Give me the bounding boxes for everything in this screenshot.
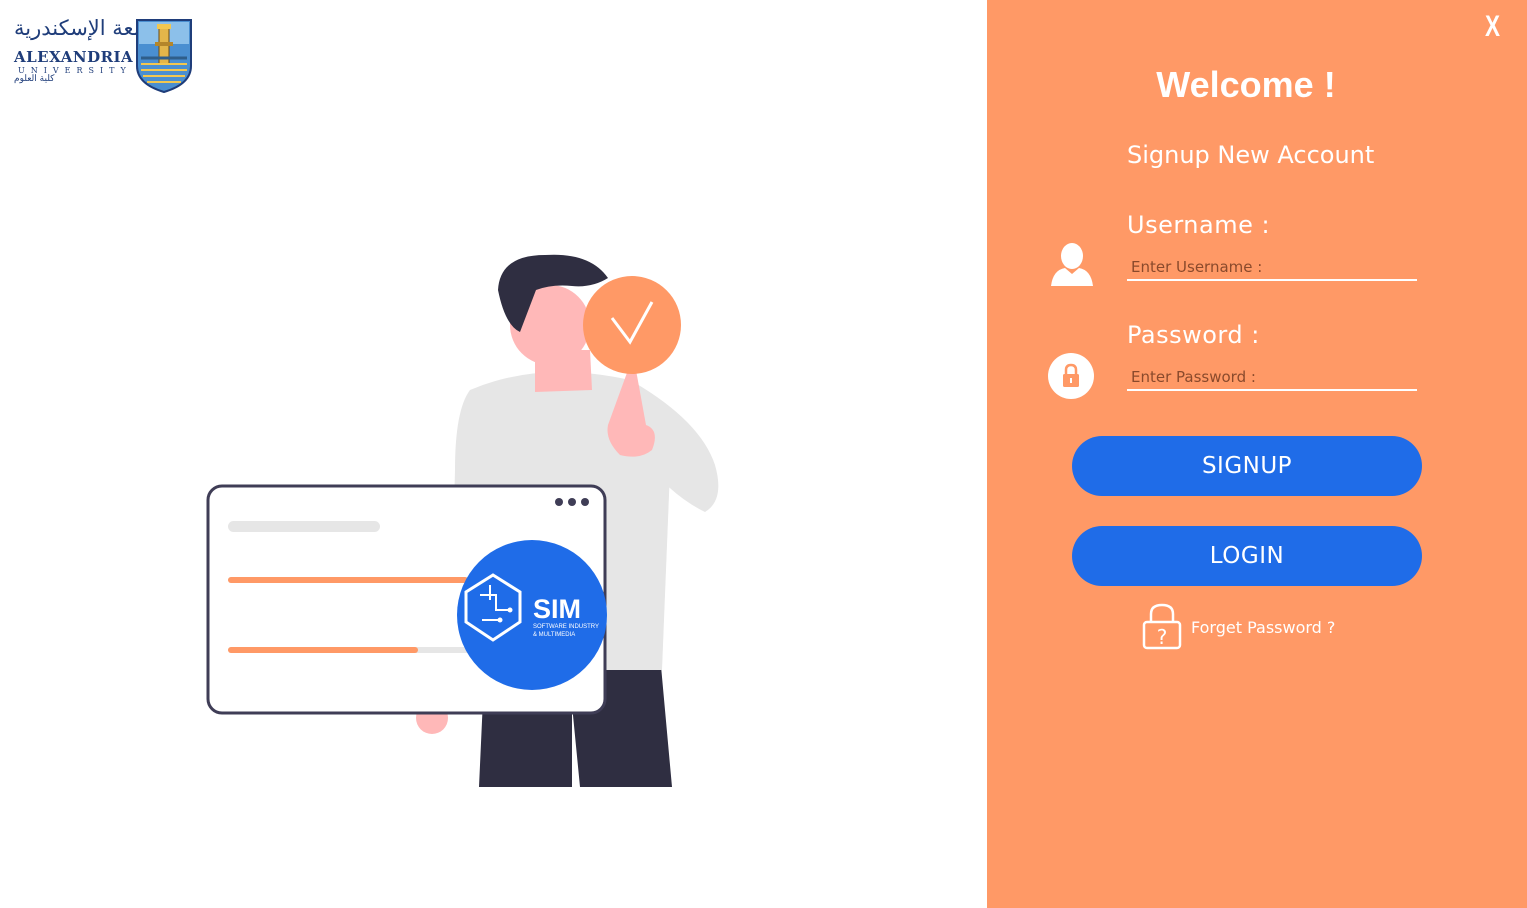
lock-question-icon: ? bbox=[1142, 603, 1182, 650]
login-button[interactable]: LOGIN bbox=[1072, 526, 1422, 586]
welcome-heading: Welcome ! bbox=[1156, 64, 1336, 105]
logo-english-name: ALEXANDRIA bbox=[14, 48, 134, 66]
signup-panel: X Welcome ! Signup New Account Username … bbox=[987, 0, 1527, 908]
password-input[interactable] bbox=[1127, 365, 1417, 391]
username-input[interactable] bbox=[1127, 255, 1417, 281]
forget-password-label: Forget Password ? bbox=[1191, 618, 1336, 637]
user-icon bbox=[1051, 243, 1093, 286]
password-label: Password : bbox=[1127, 321, 1260, 349]
signup-subtitle: Signup New Account bbox=[1127, 141, 1375, 169]
lock-icon bbox=[1048, 353, 1094, 399]
logo-arabic-faculty: كلية العلوم bbox=[14, 74, 55, 84]
username-label: Username : bbox=[1127, 211, 1271, 239]
signup-button[interactable]: SIGNUP bbox=[1072, 436, 1422, 496]
svg-text:?: ? bbox=[1157, 625, 1168, 649]
sim-badge-subtitle-2: & MULTIMEDIA bbox=[533, 632, 575, 638]
person-checkmark-illustration: SIM SOFTWARE INDUSTRY & MULTIMEDIA bbox=[206, 254, 719, 787]
sim-logo-badge: SIM SOFTWARE INDUSTRY & MULTIMEDIA bbox=[457, 540, 607, 690]
illustration-pane: جامعة الإسكندرية ALEXANDRIA UNIVERSITY ك… bbox=[0, 0, 987, 908]
alexandria-university-logo: جامعة الإسكندرية ALEXANDRIA UNIVERSITY ك… bbox=[12, 16, 194, 94]
sim-badge-title: SIM bbox=[533, 594, 581, 624]
sim-badge-subtitle-1: SOFTWARE INDUSTRY bbox=[533, 624, 599, 630]
lighthouse-crest-icon bbox=[136, 19, 192, 94]
close-button[interactable]: X bbox=[1485, 10, 1503, 44]
check-circle bbox=[583, 276, 681, 374]
